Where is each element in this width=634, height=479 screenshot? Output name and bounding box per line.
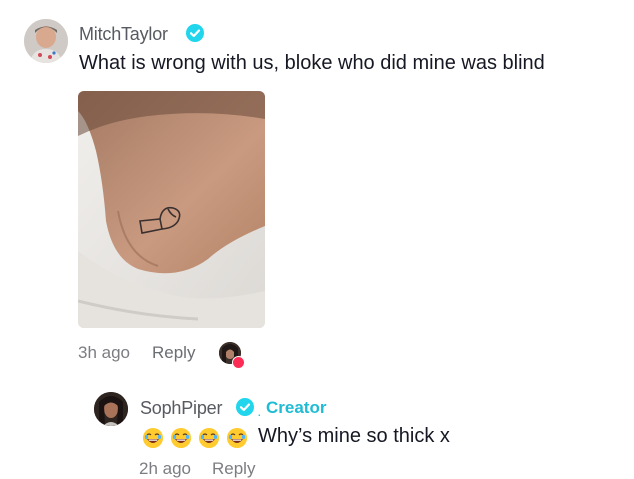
laughing-emoji-icon — [143, 428, 163, 448]
comment-username[interactable]: MitchTaylor — [79, 24, 168, 45]
laughing-emoji-icon — [199, 428, 219, 448]
reply-timestamp: 2h ago — [139, 459, 191, 478]
laughing-emoji-icon — [171, 428, 191, 448]
verified-badge-icon — [236, 398, 254, 416]
reply-username[interactable]: SophPiper — [140, 398, 222, 419]
user-avatar[interactable] — [24, 19, 68, 63]
reply-text: Why’s mine so thick x — [258, 425, 450, 447]
heart-icon — [232, 356, 245, 369]
comment-timestamp: 3h ago — [78, 343, 130, 362]
reply-user-avatar[interactable] — [94, 392, 128, 426]
comment-text: What is wrong with us, bloke who did min… — [79, 52, 545, 74]
foot-tattoo-photo[interactable] — [78, 91, 265, 328]
reply-button[interactable]: Reply — [212, 459, 255, 479]
creator-badge: Creator — [266, 398, 327, 417]
comment-thread: MitchTaylor What is wrong with us, bloke… — [0, 0, 634, 478]
laughing-emoji-icon — [227, 428, 247, 448]
verified-badge-icon — [186, 24, 204, 42]
reply-button[interactable]: Reply — [152, 343, 195, 363]
separator-dot: · — [257, 406, 262, 422]
